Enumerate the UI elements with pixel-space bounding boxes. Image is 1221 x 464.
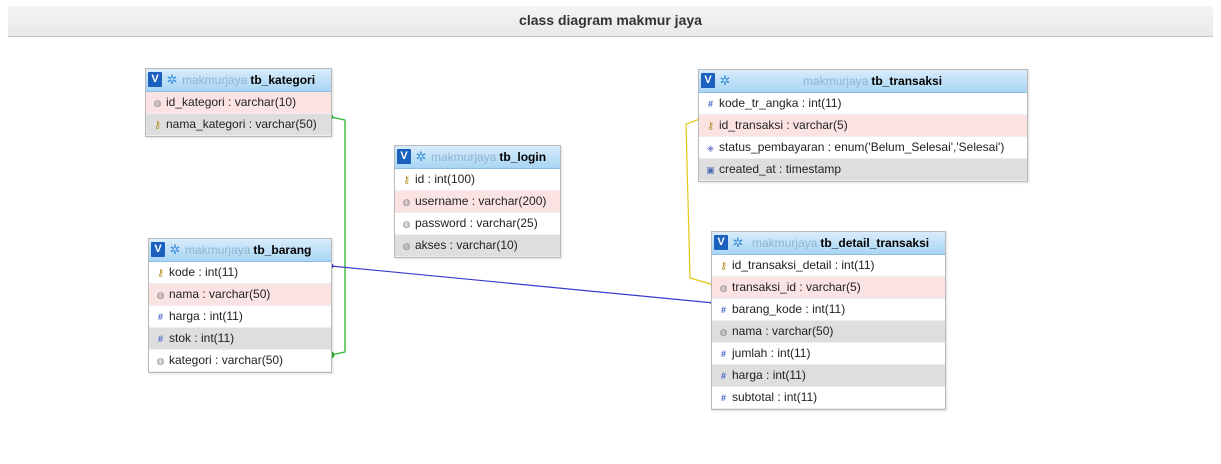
table-header[interactable]: V ✲ makmurjaya tb_barang	[149, 239, 331, 262]
table-header[interactable]: V ✲ makmurjaya tb_login	[395, 146, 560, 169]
table-tb-transaksi[interactable]: V ✲ makmurjaya tb_transaksi # kode_tr_angk…	[698, 69, 1028, 182]
field-label: id_transaksi : varchar(5)	[719, 118, 848, 132]
field-row[interactable]: # stok : int(11)	[149, 328, 331, 350]
number-icon: #	[157, 334, 163, 344]
field-row[interactable]: # jumlah : int(11)	[712, 343, 945, 365]
table-name: tb_transaksi	[871, 74, 943, 88]
field-label: created_at : timestamp	[719, 162, 842, 176]
field-row[interactable]: ⚷ nama_kategori : varchar(50)	[146, 114, 331, 136]
field-row[interactable]: # kode_tr_angka : int(11)	[699, 93, 1027, 115]
field-label: akses : varchar(10)	[415, 238, 518, 252]
field-icon: ◍	[719, 327, 728, 337]
number-icon: #	[720, 305, 726, 315]
field-label: username : varchar(200)	[415, 194, 547, 208]
table-tb-kategori[interactable]: V ✲ makmurjaya tb_kategori ◍ id_kategori :…	[145, 68, 332, 137]
field-label: id : int(100)	[415, 172, 476, 186]
table-tb-barang[interactable]: V ✲ makmurjaya tb_barang ⚷ kode : int(11) …	[148, 238, 332, 373]
gear-icon[interactable]: ✲	[414, 149, 428, 164]
database-name: makmurjaya	[752, 236, 818, 250]
table-tb-login[interactable]: V ✲ makmurjaya tb_login ⚷ id : int(100) ◍ u…	[394, 145, 561, 258]
field-label: harga : int(11)	[732, 368, 806, 382]
number-icon: #	[707, 99, 713, 109]
table-name: tb_kategori	[250, 73, 316, 87]
field-icon: ◍	[153, 98, 162, 108]
field-label: nama : varchar(50)	[732, 324, 834, 338]
toggle-columns-icon[interactable]: V	[397, 149, 411, 164]
field-icon: ◍	[402, 219, 411, 229]
field-row[interactable]: # harga : int(11)	[149, 306, 331, 328]
field-label: jumlah : int(11)	[732, 346, 811, 360]
field-label: stok : int(11)	[169, 331, 235, 345]
field-row[interactable]: ⚷ kode : int(11)	[149, 262, 331, 284]
key-icon: ⚷	[156, 268, 165, 279]
table-tb-detail-transaksi[interactable]: V ✲ makmurjaya tb_detail_transaksi ⚷ id_tr…	[711, 231, 946, 410]
field-icon: ◍	[402, 197, 411, 207]
table-name: tb_barang	[253, 243, 312, 257]
toggle-columns-icon[interactable]: V	[151, 242, 165, 257]
field-label: id_transaksi_detail : int(11)	[732, 258, 875, 272]
table-header[interactable]: V ✲ makmurjaya tb_detail_transaksi	[712, 232, 945, 255]
field-row[interactable]: ◍ kategori : varchar(50)	[149, 350, 331, 372]
field-icon: ◍	[719, 283, 728, 293]
number-icon: #	[720, 371, 726, 381]
database-name: makmurjaya	[803, 74, 869, 88]
field-label: password : varchar(25)	[415, 216, 538, 230]
timestamp-icon: ▣	[706, 165, 715, 175]
key-icon: ⚷	[706, 121, 715, 132]
field-icon: ◍	[156, 290, 165, 300]
key-icon: ⚷	[153, 120, 162, 131]
gear-icon[interactable]: ✲	[168, 242, 182, 257]
key-icon: ⚷	[402, 175, 411, 186]
number-icon: #	[157, 312, 163, 322]
database-name: makmurjaya	[182, 73, 248, 87]
number-icon: #	[720, 349, 726, 359]
field-icon: ◍	[156, 356, 165, 366]
database-name: makmurjaya	[185, 243, 251, 257]
field-label: status_pembayaran : enum('Belum_Selesai'…	[719, 140, 1005, 154]
field-row[interactable]: ⚷ id_transaksi_detail : int(11)	[712, 255, 945, 277]
enum-icon: ◈	[707, 143, 714, 153]
field-label: subtotal : int(11)	[732, 390, 818, 404]
field-label: nama_kategori : varchar(50)	[166, 117, 317, 131]
relation-kategori-barang[interactable]	[330, 116, 346, 356]
table-header[interactable]: V ✲ makmurjaya tb_transaksi	[699, 70, 1027, 93]
field-row[interactable]: ⚷ id : int(100)	[395, 169, 560, 191]
toggle-columns-icon[interactable]: V	[714, 235, 728, 250]
field-row[interactable]: ◈ status_pembayaran : enum('Belum_Selesai…	[699, 137, 1027, 159]
field-row[interactable]: # harga : int(11)	[712, 365, 945, 387]
field-label: nama : varchar(50)	[169, 287, 271, 301]
field-row[interactable]: ◍ password : varchar(25)	[395, 213, 560, 235]
relation-barang-detail[interactable]	[330, 265, 715, 304]
toggle-columns-icon[interactable]: V	[148, 72, 162, 87]
field-row[interactable]: ⚷ id_transaksi : varchar(5)	[699, 115, 1027, 137]
toggle-columns-icon[interactable]: V	[701, 73, 715, 88]
gear-icon[interactable]: ✲	[165, 72, 179, 87]
field-label: transaksi_id : varchar(5)	[732, 280, 861, 294]
field-row[interactable]: ◍ nama : varchar(50)	[149, 284, 331, 306]
field-row[interactable]: ◍ nama : varchar(50)	[712, 321, 945, 343]
field-row[interactable]: ◍ akses : varchar(10)	[395, 235, 560, 257]
database-name: makmurjaya	[431, 150, 497, 164]
gear-icon[interactable]: ✲	[731, 235, 745, 250]
field-row[interactable]: ◍ username : varchar(200)	[395, 191, 560, 213]
field-label: kode : int(11)	[169, 265, 239, 279]
field-label: harga : int(11)	[169, 309, 243, 323]
field-row[interactable]: # barang_kode : int(11)	[712, 299, 945, 321]
field-label: id_kategori : varchar(10)	[166, 95, 297, 109]
field-row[interactable]: ▣ created_at : timestamp	[699, 159, 1027, 181]
field-label: barang_kode : int(11)	[732, 302, 846, 316]
table-header[interactable]: V ✲ makmurjaya tb_kategori	[146, 69, 331, 92]
key-icon: ⚷	[719, 261, 728, 272]
number-icon: #	[720, 393, 726, 403]
table-name: tb_detail_transaksi	[820, 236, 930, 250]
field-row[interactable]: ◍ transaksi_id : varchar(5)	[712, 277, 945, 299]
gear-icon[interactable]: ✲	[718, 73, 732, 88]
field-label: kode_tr_angka : int(11)	[719, 96, 842, 110]
field-icon: ◍	[402, 241, 411, 251]
field-row[interactable]: ◍ id_kategori : varchar(10)	[146, 92, 331, 114]
table-name: tb_login	[499, 150, 547, 164]
field-label: kategori : varchar(50)	[169, 353, 284, 367]
field-row[interactable]: # subtotal : int(11)	[712, 387, 945, 409]
